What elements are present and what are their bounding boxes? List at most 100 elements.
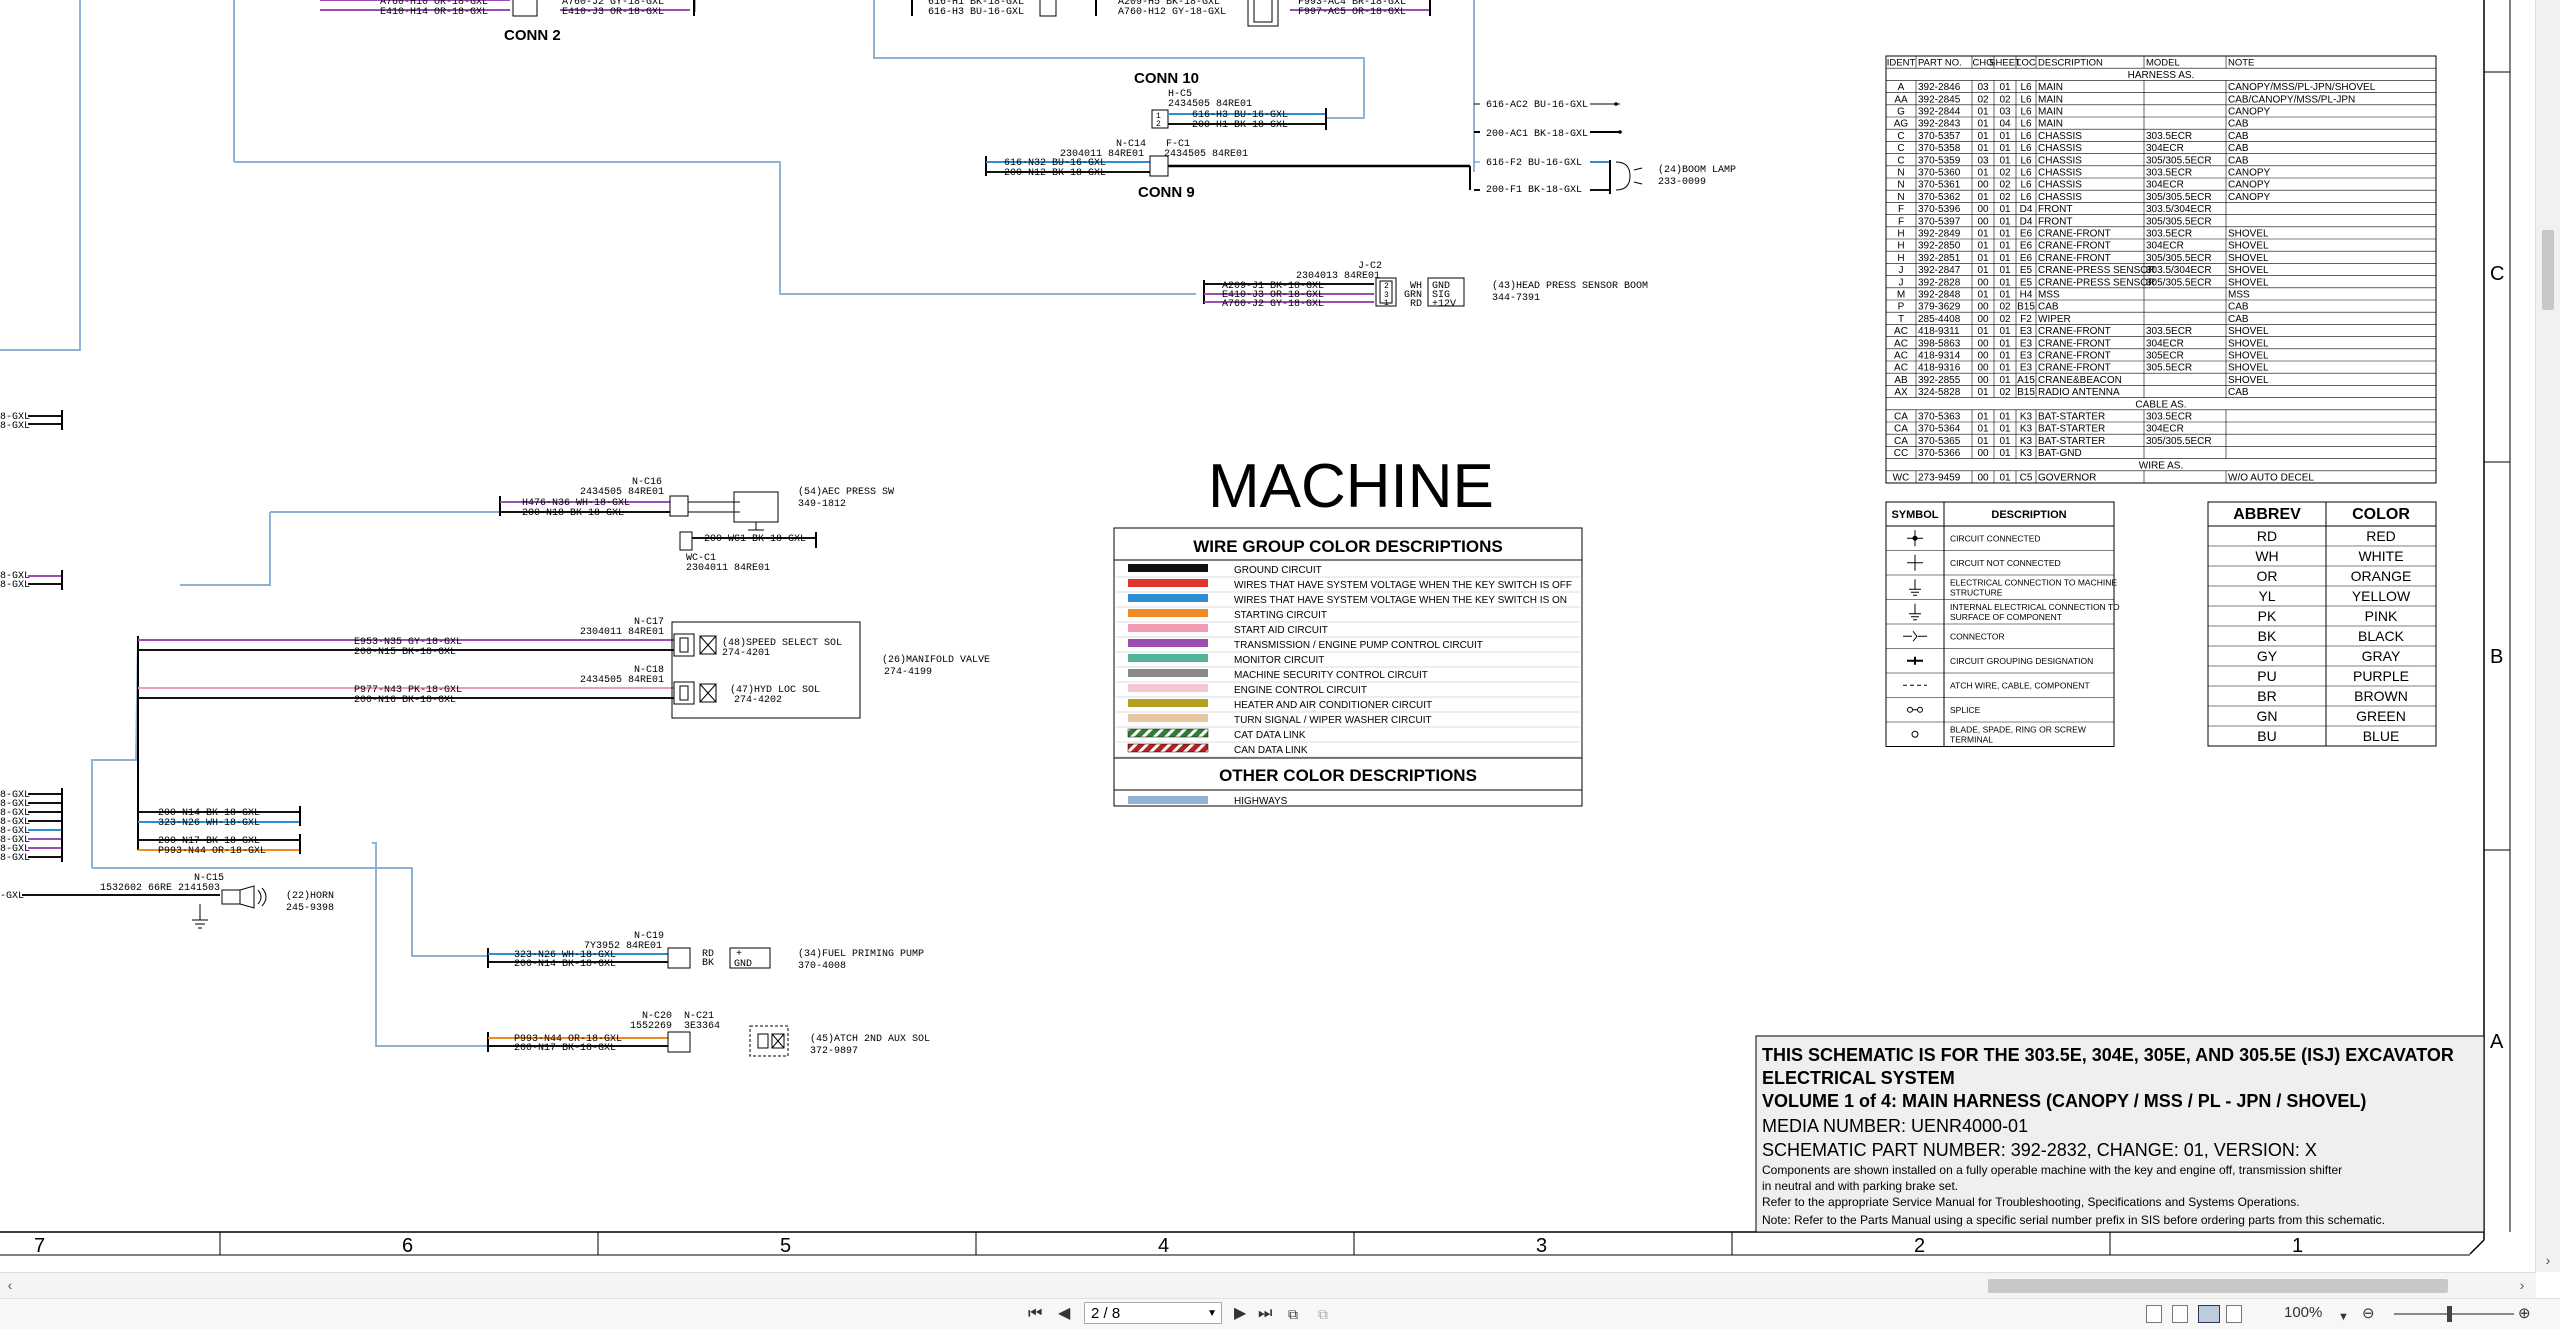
- legend-swatch: [1128, 564, 1208, 572]
- table-cell: 01: [1977, 119, 1989, 130]
- table-cell: WIPER: [2038, 314, 2071, 325]
- single-page-view-icon[interactable]: [2146, 1305, 2162, 1323]
- facing-view-icon[interactable]: [2198, 1305, 2220, 1323]
- zoom-dropdown-icon[interactable]: ▼: [2338, 1306, 2349, 1328]
- next-page-icon[interactable]: ▶: [1234, 1303, 1246, 1325]
- table-cell: MAIN: [2038, 94, 2063, 105]
- table-cell: SHOVEL: [2228, 326, 2269, 337]
- next-view-icon[interactable]: ⧉: [1318, 1303, 1328, 1325]
- svg-text:2434505 84RE01: 2434505 84RE01: [1164, 149, 1248, 160]
- horizontal-scroll-thumb[interactable]: [1988, 1279, 2448, 1293]
- table-cell: CHASSIS: [2038, 155, 2082, 166]
- table-cell: E6: [2020, 241, 2033, 252]
- table-cell: 303.5ECR: [2146, 326, 2192, 337]
- table-cell: P: [1898, 302, 1905, 313]
- table-cell: CC: [1894, 448, 1908, 459]
- table-cell: 03: [1977, 82, 1989, 93]
- table-cell: L6: [2020, 82, 2032, 93]
- table-cell: F2: [2020, 314, 2032, 325]
- vertical-scroll-thumb[interactable]: [2542, 230, 2554, 310]
- table-cell: H4: [2020, 290, 2033, 301]
- table-cell: 392-2851: [1918, 253, 1961, 264]
- abbrev-cell: BR: [2257, 688, 2276, 704]
- table-cell: 370-5357: [1918, 131, 1961, 142]
- horizontal-scrollbar[interactable]: ‹ ›: [0, 1272, 2536, 1299]
- table-cell: 01: [1977, 192, 1989, 203]
- grid-col-6: 6: [402, 1235, 413, 1257]
- abbrev-color-cell: PURPLE: [2353, 668, 2409, 684]
- table-cell: 303.5ECR: [2146, 131, 2192, 142]
- table-cell: CRANE-PRESS SENSOR: [2038, 265, 2155, 276]
- zoom-out-icon[interactable]: ⊖: [2362, 1303, 2375, 1325]
- last-page-icon[interactable]: ⏭: [1258, 1303, 1272, 1325]
- scroll-right-icon[interactable]: ›: [2512, 1273, 2532, 1297]
- table-cell: 418-9311: [1918, 326, 1960, 337]
- table-header-cell: IDENT: [1887, 58, 1916, 69]
- svg-text:BK: BK: [702, 958, 714, 969]
- title-line-7: in neutral and with parking brake set.: [1762, 1179, 1958, 1193]
- table-cell: 305/305.5ECR: [2146, 192, 2212, 203]
- table-cell: 370-5361: [1918, 180, 1961, 191]
- table-cell: 01: [1977, 107, 1989, 118]
- table-cell: 01: [1977, 143, 1989, 154]
- table-cell: CRANE-FRONT: [2038, 229, 2111, 240]
- table-cell: AC: [1894, 351, 1908, 362]
- table-cell: 305ECR: [2146, 351, 2184, 362]
- svg-text:2434505 84RE01: 2434505 84RE01: [580, 675, 664, 686]
- zoom-slider-thumb[interactable]: [2447, 1306, 2452, 1322]
- legend-label: WIRES THAT HAVE SYSTEM VOLTAGE WHEN THE …: [1234, 595, 1567, 606]
- continuous-view-icon[interactable]: [2172, 1305, 2188, 1323]
- zoom-slider-track[interactable]: [2394, 1313, 2514, 1315]
- table-cell: 02: [1977, 94, 1989, 105]
- table-cell: CA: [1894, 412, 1908, 423]
- table-cell: 01: [1977, 168, 1989, 179]
- legend-swatch: [1128, 699, 1208, 707]
- table-cell: J: [1899, 265, 1904, 276]
- table-cell: 304ECR: [2146, 180, 2184, 191]
- other-legend-title: OTHER COLOR DESCRIPTIONS: [1219, 766, 1477, 785]
- svg-text:370-4008: 370-4008: [798, 961, 846, 972]
- previous-view-icon[interactable]: ⧉: [1288, 1303, 1298, 1325]
- legend-label: MACHINE SECURITY CONTROL CIRCUIT: [1234, 670, 1428, 681]
- table-cell: 305.5ECR: [2146, 363, 2192, 374]
- zoom-in-icon[interactable]: ⊕: [2518, 1303, 2531, 1325]
- svg-text:A760-J2 GY-18-GXL: A760-J2 GY-18-GXL: [1222, 299, 1324, 310]
- fuel-pump-block: N-C19 7Y3952 84RE01 323-N26 WH-18-GXL 20…: [487, 931, 924, 972]
- table-cell: SHOVEL: [2228, 363, 2269, 374]
- table-cell: 01: [1999, 229, 2011, 240]
- table-cell: 02: [1999, 302, 2011, 313]
- navigation-toolbar: ⏮ ◀ 2 / 8 ▼ ▶ ⏭ ⧉ ⧉ 100% ▼ ⊖ ⊕: [0, 1298, 2560, 1329]
- table-cell: C: [1897, 143, 1904, 154]
- table-cell: 00: [1977, 448, 1989, 459]
- ground-machine-icon: [1909, 579, 1921, 596]
- table-cell: AB: [1894, 375, 1908, 386]
- table-cell: 303.5ECR: [2146, 168, 2192, 179]
- page-number-field[interactable]: 2 / 8 ▼: [1084, 1302, 1222, 1324]
- title-line-2: ELECTRICAL SYSTEM: [1762, 1068, 1955, 1088]
- table-cell: 01: [1977, 412, 1989, 423]
- conn9-block: N-C14 F-C1 2304011 84RE01 2434505 84RE01…: [985, 139, 1471, 190]
- document-viewport[interactable]: 7 6 5 4 3 2 1 C B A A760-H10 OR-18-GXL E…: [0, 0, 2536, 1272]
- table-cell: 392-2843: [1918, 119, 1961, 130]
- grid-col-2: 2: [1914, 1235, 1925, 1257]
- legend-label: HEATER AND AIR CONDITIONER CIRCUIT: [1234, 700, 1432, 711]
- table-cell: 01: [1999, 290, 2011, 301]
- svg-text:200-N16 BK-18-GXL: 200-N16 BK-18-GXL: [354, 695, 456, 706]
- scroll-left-icon[interactable]: ‹: [0, 1273, 20, 1297]
- table-cell: C5: [2020, 473, 2033, 484]
- zoom-level[interactable]: 100%: [2284, 1304, 2322, 1321]
- table-cell: H: [1897, 253, 1904, 264]
- scroll-down-icon[interactable]: ›: [2538, 1248, 2558, 1272]
- page-dropdown-icon[interactable]: ▼: [1207, 1303, 1217, 1325]
- legend-swatch: [1127, 743, 1209, 753]
- table-cell: L6: [2020, 168, 2032, 179]
- facing-continuous-view-icon[interactable]: [2226, 1305, 2242, 1323]
- table-cell: CRANE-FRONT: [2038, 253, 2111, 264]
- table-cell: 392-2855: [1918, 375, 1961, 386]
- table-cell: 01: [1999, 204, 2011, 215]
- first-page-icon[interactable]: ⏮: [1028, 1303, 1042, 1325]
- vertical-scrollbar[interactable]: ›: [2535, 0, 2560, 1272]
- table-cell: B15: [2017, 387, 2035, 398]
- legend-swatch: [1128, 654, 1208, 662]
- prev-page-icon[interactable]: ◀: [1058, 1303, 1070, 1325]
